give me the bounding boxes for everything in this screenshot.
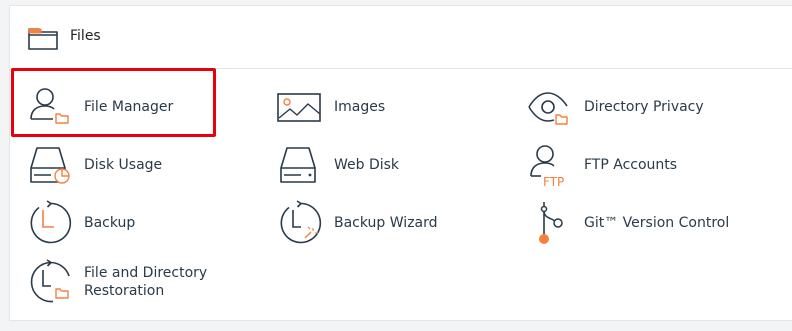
directory-privacy-label: Directory Privacy bbox=[584, 99, 704, 115]
backup-label: Backup bbox=[84, 215, 136, 231]
backup-link[interactable]: Backup bbox=[27, 200, 177, 246]
web-disk-icon bbox=[280, 147, 316, 183]
file-manager-label: File Manager bbox=[84, 99, 174, 115]
ftp-accounts-link[interactable]: FTP FTP Accounts bbox=[527, 142, 697, 189]
file-directory-restoration-link[interactable]: File and Directory Restoration bbox=[27, 259, 227, 305]
backup-wizard-icon bbox=[280, 200, 322, 244]
file-directory-restoration-icon bbox=[30, 259, 70, 303]
section-title: Files bbox=[70, 28, 101, 44]
ftp-icon-text: FTP bbox=[543, 175, 564, 189]
file-manager-link[interactable]: File Manager bbox=[27, 84, 207, 130]
images-label: Images bbox=[334, 99, 386, 115]
git-version-control-icon bbox=[539, 202, 563, 244]
images-link[interactable]: Images bbox=[277, 84, 427, 130]
directory-privacy-link[interactable]: Directory Privacy bbox=[527, 84, 717, 130]
files-panel-header: Files bbox=[10, 6, 792, 69]
ftp-accounts-icon: FTP bbox=[530, 145, 564, 189]
images-icon bbox=[277, 93, 321, 122]
backup-icon bbox=[30, 200, 72, 244]
ftp-accounts-label: FTP Accounts bbox=[584, 157, 678, 173]
web-disk-link[interactable]: Web Disk bbox=[277, 142, 427, 188]
folder-icon bbox=[28, 28, 58, 50]
disk-usage-link[interactable]: Disk Usage bbox=[27, 142, 177, 188]
git-version-control-label: Git™ Version Control bbox=[584, 215, 730, 231]
backup-wizard-link[interactable]: Backup Wizard bbox=[277, 200, 447, 246]
file-directory-restoration-label: File and Directory Restoration bbox=[84, 265, 208, 299]
web-disk-label: Web Disk bbox=[334, 157, 400, 173]
directory-privacy-icon bbox=[528, 92, 568, 125]
disk-usage-icon bbox=[30, 147, 70, 184]
backup-wizard-label: Backup Wizard bbox=[334, 215, 438, 231]
file-manager-icon bbox=[30, 88, 69, 124]
git-version-control-link[interactable]: Git™ Version Control bbox=[527, 200, 730, 246]
disk-usage-label: Disk Usage bbox=[84, 157, 163, 173]
